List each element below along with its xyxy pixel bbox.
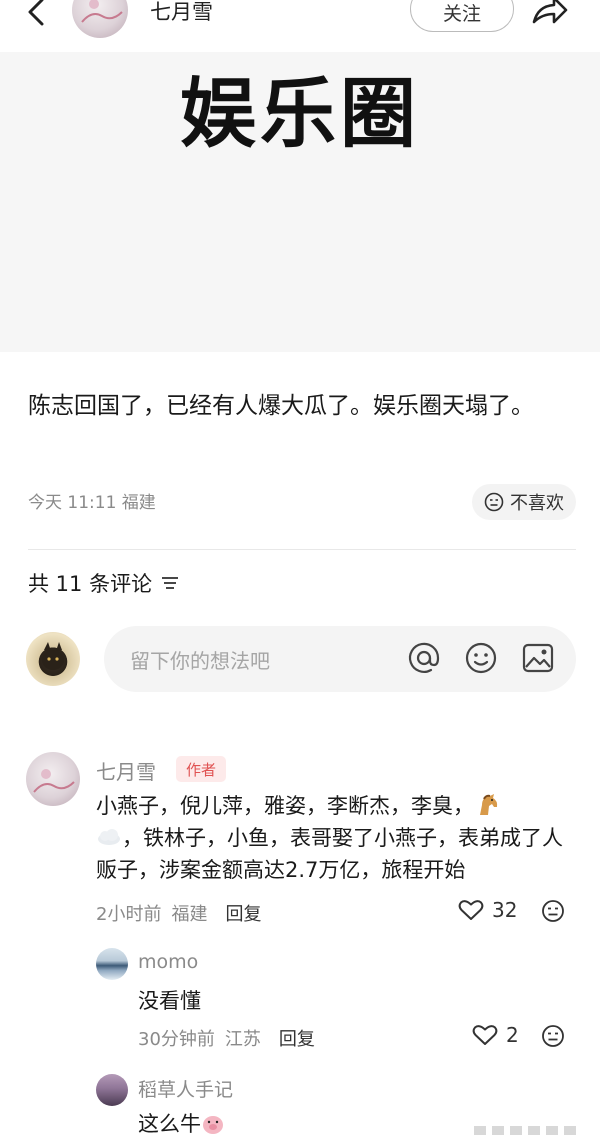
comment-meta: 2小时前 福建 回复 <box>96 900 261 926</box>
image-icon[interactable] <box>520 640 556 676</box>
comment-input-placeholder[interactable]: 留下你的想法吧 <box>130 645 270 674</box>
commenter-avatar[interactable] <box>96 1074 128 1106</box>
like-button[interactable]: 2 <box>472 1023 519 1047</box>
commenter-avatar[interactable] <box>26 752 80 806</box>
share-icon <box>532 0 568 24</box>
comment-dislike-button[interactable] <box>541 899 565 927</box>
watermark <box>470 1122 590 1136</box>
comment-text: 没看懂 <box>138 989 201 1013</box>
commenter-name[interactable]: 七月雪 <box>96 756 156 785</box>
sort-icon[interactable] <box>160 575 180 591</box>
heart-icon <box>458 900 484 920</box>
comment-count: 共 11 条评论 <box>28 572 153 596</box>
comment-text: 小燕子，倪儿萍，雅姿，李断杰，李臭， ，铁林子，小鱼，表哥娶了小燕子，表弟成了人… <box>96 793 563 882</box>
like-count: 32 <box>492 898 518 922</box>
my-avatar[interactable] <box>26 632 80 686</box>
post-meta: 今天 11:11 福建 <box>28 493 156 513</box>
mention-icon[interactable] <box>406 640 442 676</box>
reply-button[interactable]: 回复 <box>225 900 261 926</box>
share-button[interactable] <box>528 0 572 32</box>
pig-emoji-icon <box>201 1113 225 1135</box>
commenter-name[interactable]: 稻草人手记 <box>138 1075 233 1102</box>
comment-dislike-button[interactable] <box>541 1024 565 1052</box>
comment-count-row[interactable]: 共 11 条评论 <box>28 568 180 598</box>
neutral-face-icon <box>484 492 504 512</box>
back-button[interactable] <box>18 0 54 32</box>
comment-text: 这么牛 <box>138 1108 225 1138</box>
emoji-icon[interactable] <box>463 640 499 676</box>
horse-emoji-icon <box>474 793 500 817</box>
neutral-face-icon <box>542 1025 564 1047</box>
comment-meta: 30分钟前 江苏 回复 <box>138 1025 315 1051</box>
commenter-avatar[interactable] <box>96 948 128 980</box>
heart-icon <box>472 1025 498 1045</box>
author-avatar[interactable] <box>72 0 128 38</box>
cloud-emoji-icon <box>96 825 122 847</box>
like-count: 2 <box>506 1023 519 1047</box>
follow-button[interactable]: 关注 <box>410 0 514 32</box>
commenter-name[interactable]: momo <box>138 951 198 973</box>
divider <box>28 549 576 550</box>
author-badge: 作者 <box>176 756 226 782</box>
reply-button[interactable]: 回复 <box>279 1025 315 1051</box>
post-image-title: 娱乐圈 <box>180 69 420 158</box>
post-text: 陈志回国了，已经有人爆大瓜了。娱乐圈天塌了。 <box>28 393 534 419</box>
dislike-label: 不喜欢 <box>510 493 564 514</box>
dislike-button[interactable]: 不喜欢 <box>472 484 576 520</box>
chevron-left-icon <box>28 0 44 26</box>
like-button[interactable]: 32 <box>458 898 517 922</box>
author-name[interactable]: 七月雪 <box>150 0 213 26</box>
neutral-face-icon <box>542 900 564 922</box>
